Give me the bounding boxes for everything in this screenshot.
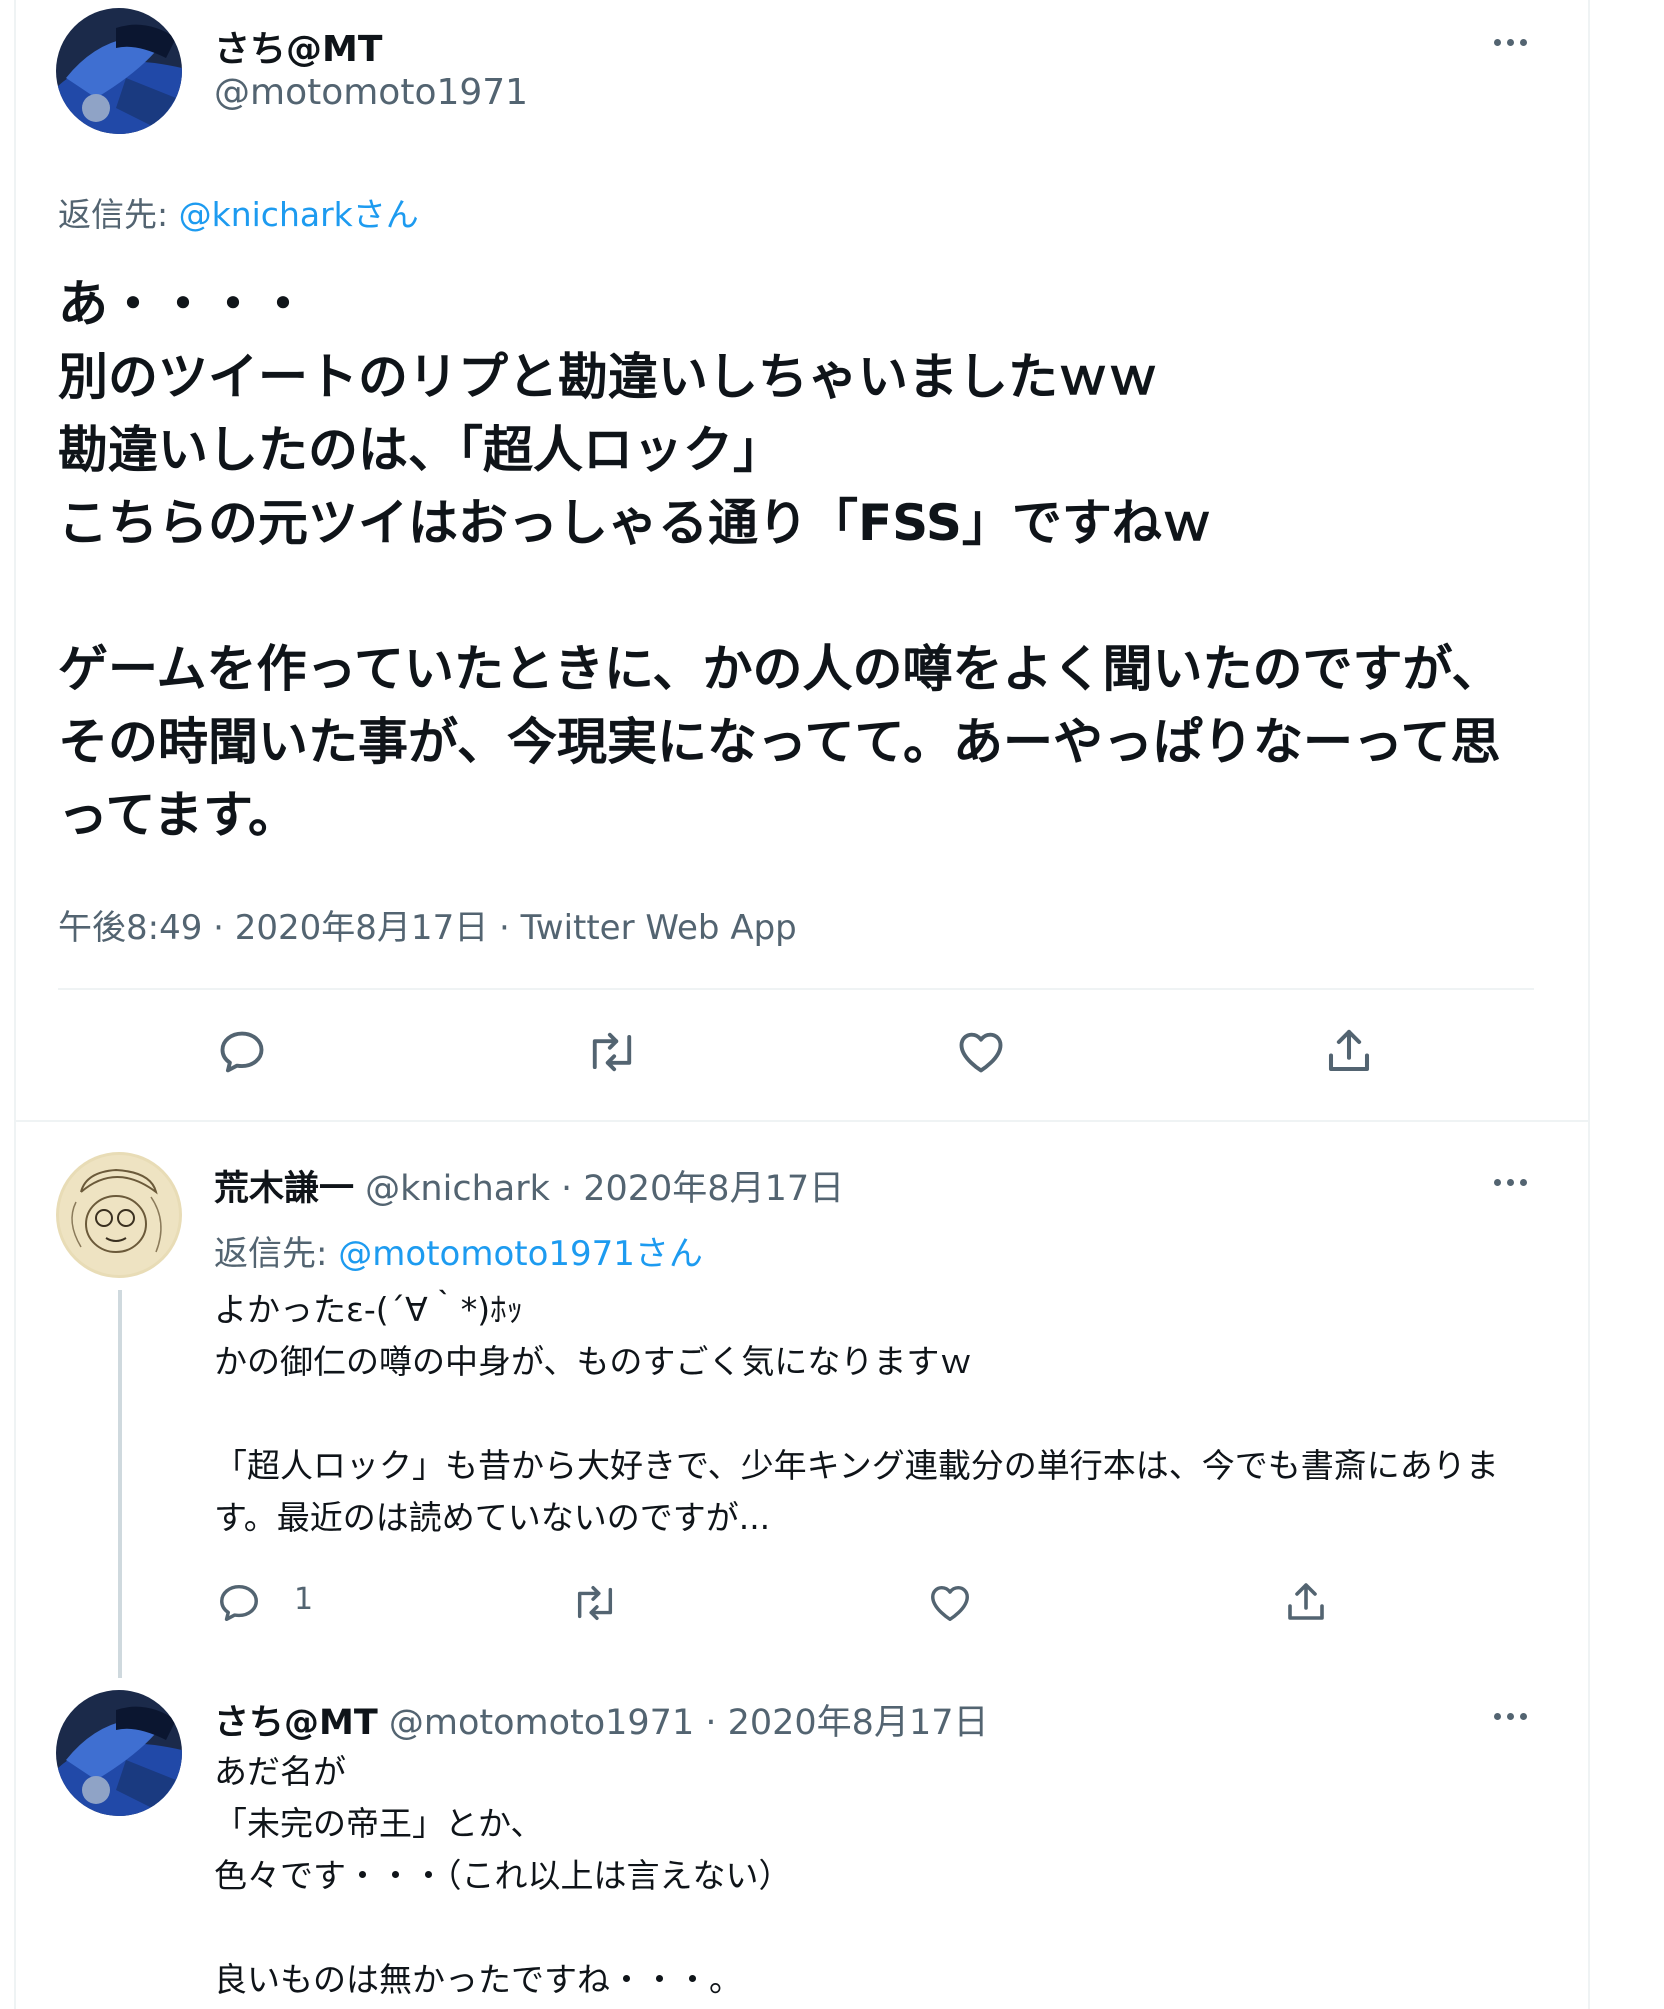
reply1-header: 荒木謙一 @knichark · 2020年8月17日 bbox=[214, 1160, 844, 1211]
reply-count: 1 bbox=[294, 1582, 314, 1617]
reply-icon[interactable] bbox=[216, 1026, 268, 1078]
reply-to-label: 返信先: bbox=[58, 195, 179, 234]
more-options-icon[interactable] bbox=[1490, 1176, 1530, 1188]
reply-to-handle-link[interactable]: @knicharkさん bbox=[179, 195, 419, 234]
tweet-meta[interactable]: 午後8:49 · 2020年8月17日 · Twitter Web App bbox=[58, 900, 797, 949]
display-name[interactable]: さち@MT bbox=[214, 1703, 378, 1743]
display-name[interactable]: さち@MT bbox=[214, 20, 382, 72]
reply-to-label: 返信先: bbox=[214, 1234, 339, 1274]
user-handle[interactable]: @motomoto1971 bbox=[214, 72, 528, 113]
reply-to-line: 返信先: @motomoto1971さん bbox=[214, 1226, 703, 1275]
retweet-icon[interactable] bbox=[570, 1580, 620, 1626]
handle-and-date[interactable]: @knichark · 2020年8月17日 bbox=[365, 1169, 844, 1209]
retweet-icon[interactable] bbox=[584, 1026, 640, 1078]
reply2-header: さち@MT @motomoto1971 · 2020年8月17日 bbox=[214, 1694, 988, 1745]
like-icon[interactable] bbox=[926, 1580, 974, 1626]
reply-icon[interactable] bbox=[216, 1580, 262, 1626]
like-icon[interactable] bbox=[954, 1026, 1008, 1078]
avatar-knichark[interactable] bbox=[56, 1152, 182, 1278]
handle-and-date[interactable]: @motomoto1971 · 2020年8月17日 bbox=[389, 1703, 989, 1743]
tweet-text: あだ名が 「未完の帝王」とか、 色々です・・・（これ以上は言えない） 良いものは… bbox=[214, 1752, 792, 1999]
avatar-motomoto1971[interactable] bbox=[56, 8, 182, 134]
share-icon[interactable] bbox=[1282, 1578, 1330, 1626]
tweet-text: よかったε-(´∀｀*)ﾎｯ かの御仁の噂の中身が、ものすごく気になりますｗ 「… bbox=[214, 1290, 1499, 1537]
avatar-motomoto1971[interactable] bbox=[56, 1690, 182, 1816]
more-options-icon[interactable] bbox=[1490, 1710, 1530, 1722]
tweet-text: あ・・・・ 別のツイートのリプと勘違いしちゃいましたｗｗ 勘違いしたのは、「超人… bbox=[58, 275, 1502, 844]
share-icon[interactable] bbox=[1322, 1024, 1376, 1078]
display-name[interactable]: 荒木謙一 bbox=[214, 1169, 354, 1209]
thread-connector-line bbox=[118, 1290, 122, 1678]
meta-divider bbox=[58, 988, 1534, 990]
reply-to-line: 返信先: @knicharkさん bbox=[58, 188, 419, 236]
reply-to-handle-link[interactable]: @motomoto1971さん bbox=[338, 1234, 703, 1274]
tweet-separator bbox=[14, 1120, 1588, 1122]
more-options-icon[interactable] bbox=[1490, 36, 1530, 48]
